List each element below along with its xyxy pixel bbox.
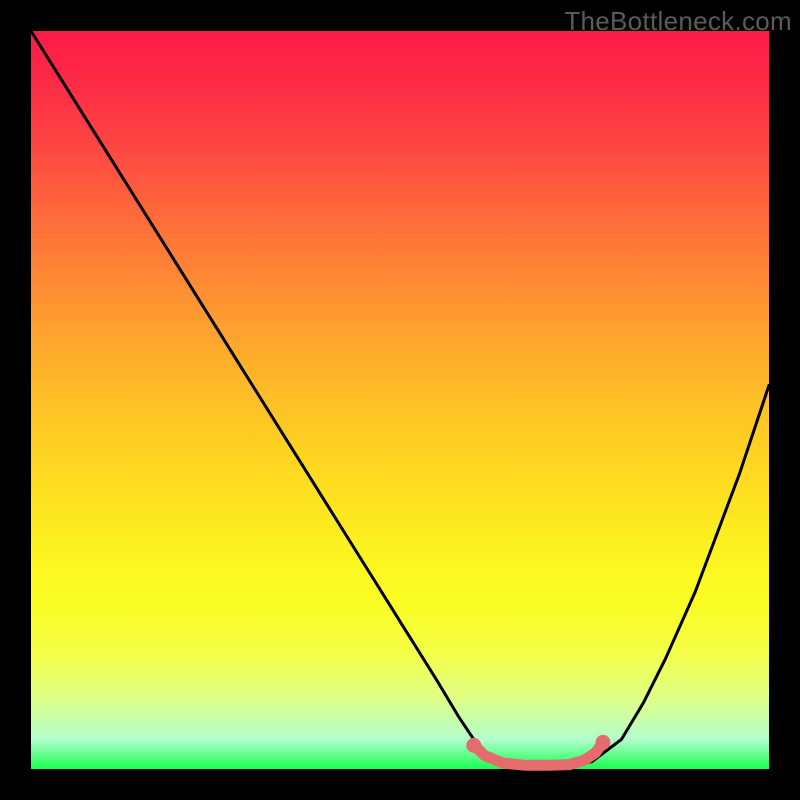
plot-area [31,31,769,769]
chart-frame: TheBottleneck.com [0,0,800,800]
